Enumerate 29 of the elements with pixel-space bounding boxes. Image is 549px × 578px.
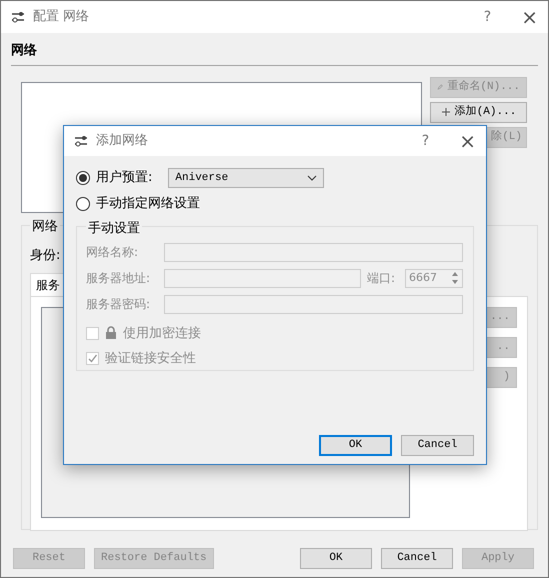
- section-title: 网络: [11, 41, 538, 66]
- footer-button[interactable]: Cancel: [381, 548, 453, 568]
- field-label: 网络名称:: [86, 244, 140, 261]
- close-button[interactable]: ×: [459, 131, 476, 151]
- sliders-icon: [74, 134, 88, 148]
- plus-icon: [440, 107, 451, 117]
- window-title: 配置 网络: [33, 8, 90, 26]
- port-label: 端口:: [366, 270, 395, 287]
- help-button[interactable]: ?: [484, 6, 492, 28]
- help-button[interactable]: ?: [422, 130, 430, 152]
- identity-label: 身份:: [30, 248, 60, 262]
- radio-label[interactable]: 用户预置:: [96, 168, 152, 188]
- list-button[interactable]: 添加(A)...: [430, 102, 527, 122]
- preset-dropdown[interactable]: Aniverse: [168, 168, 324, 188]
- spin-arrows-icon: [451, 271, 459, 285]
- window-title: 添加网络: [96, 132, 148, 150]
- lock-icon: [105, 326, 117, 340]
- tab[interactable]: 服务: [30, 273, 66, 296]
- field-label: 服务器密码:: [86, 296, 152, 313]
- dialog-button[interactable]: OK: [319, 434, 392, 456]
- radio-label[interactable]: 手动指定网络设置: [96, 194, 200, 214]
- radio-button[interactable]: [76, 196, 90, 211]
- sliders-icon: [11, 10, 25, 24]
- close-button[interactable]: ×: [521, 7, 538, 27]
- field-label: 服务器地址:: [86, 270, 152, 287]
- radio-button[interactable]: [76, 171, 90, 185]
- chevron-down-icon: [307, 175, 318, 181]
- dialog-button[interactable]: Cancel: [401, 434, 474, 456]
- footer-button[interactable]: OK: [300, 548, 372, 568]
